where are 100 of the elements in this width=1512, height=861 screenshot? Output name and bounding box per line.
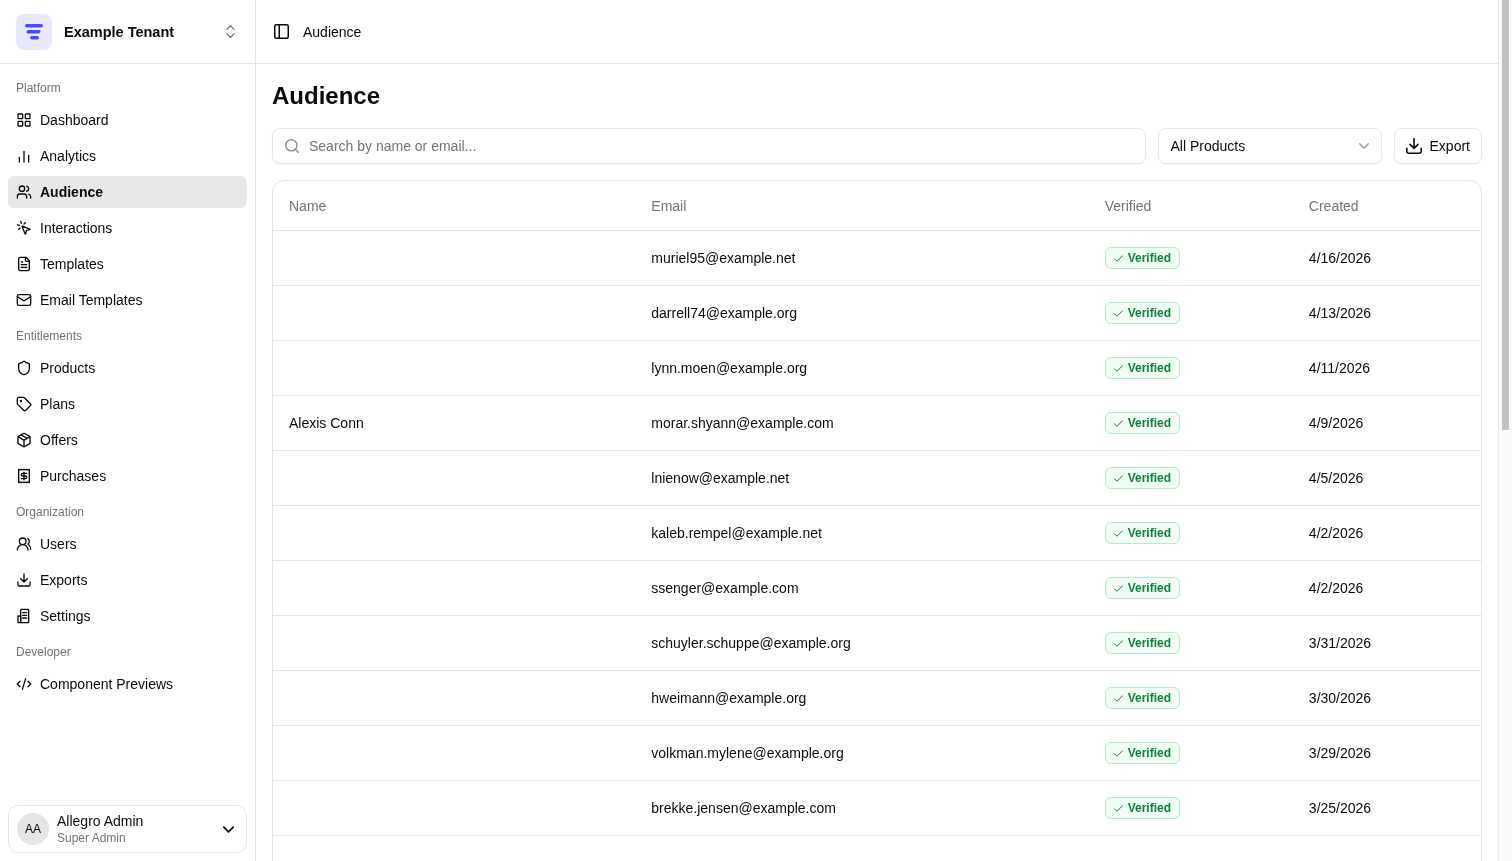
check-icon [1113,639,1123,647]
bar-chart-icon [16,148,32,164]
created-date: 3/30/2026 [1308,690,1372,706]
download-icon [16,572,32,588]
avatar: AA [17,813,49,845]
email-address: muriel95@example.net [651,250,796,266]
nav-item[interactable]: Users [8,528,247,560]
verified-badge: Verified [1104,797,1181,819]
verified-badge: Verified [1104,302,1181,324]
shield-icon [16,360,32,376]
email-address: kaleb.rempel@example.net [651,525,822,541]
logo-icon [16,13,52,50]
created-date: 4/13/2026 [1308,305,1372,321]
sidebar-toggle-button[interactable] [272,22,291,41]
nav-item[interactable]: Analytics [8,140,247,172]
created-date: 4/11/2026 [1308,360,1371,376]
mail-icon [16,292,32,308]
column-header: Verified [1104,197,1152,214]
created-date: 4/16/2026 [1308,250,1372,266]
check-icon [1113,474,1123,482]
verified-badge: Verified [1104,577,1181,599]
email-address: darrell74@example.org [651,305,798,321]
email-address: brekke.jensen@example.com [651,800,836,816]
export-button[interactable]: Export [1393,128,1482,164]
verified-badge: Verified [1104,412,1181,434]
users-icon [16,184,32,200]
product-filter-dropdown[interactable]: All Products [1157,128,1382,164]
section-label: Entitlements [15,328,84,345]
tenant-switcher[interactable]: Example Tenant [8,7,247,56]
created-date: 4/2/2026 [1308,525,1364,541]
user-role: Super Admin [57,830,127,846]
code-icon [16,676,32,692]
email-address: hweimann@example.org [651,690,807,706]
created-date: 3/29/2026 [1308,745,1372,761]
check-icon [1113,309,1123,317]
nav-item[interactable]: Purchases [8,460,247,492]
nav-item[interactable]: Settings [8,600,247,632]
check-icon [1113,254,1123,262]
check-icon [1113,419,1123,427]
verified-badge: Verified [1104,247,1181,269]
package-icon [16,432,32,448]
tag-icon [16,396,32,412]
scrollbar-thumb[interactable] [1502,0,1509,430]
search-icon [285,139,299,153]
email-address: lnienow@example.net [651,470,790,486]
building-icon [16,608,32,624]
email-address: morar.shyann@example.com [651,415,834,431]
nav-item[interactable]: Plans [8,388,247,420]
verified-badge: Verified [1104,467,1181,489]
created-date: 4/2/2026 [1308,580,1364,596]
email-address: volkman.mylene@example.org [651,745,844,761]
section-label: Organization [15,504,86,521]
search-field[interactable]: Search by name or email... [272,128,1146,164]
email-address: lynn.moen@example.org [651,360,808,376]
receipt-icon [16,468,32,484]
user-name: Allegro Admin [57,812,145,830]
user-menu[interactable]: AA Allegro Admin Super Admin [8,805,247,853]
column-header: Created [1308,197,1359,214]
nav-item[interactable]: Templates [8,248,247,280]
users-icon [16,536,32,552]
page-title: Audience [272,81,381,111]
cursor-click-icon [16,220,32,236]
column-header: Email [651,197,687,214]
chevrons-up-down-icon [226,25,235,38]
created-date: 4/5/2026 [1308,470,1364,486]
check-icon [1113,529,1123,537]
chevron-down-icon [1358,143,1369,149]
nav-item[interactable]: Email Templates [8,284,247,316]
chevron-down-icon [223,825,234,833]
document-icon [16,256,32,272]
email-address: ssenger@example.com [651,580,799,596]
user-name: Alexis Conn [289,415,364,431]
verified-badge: Verified [1104,522,1181,544]
check-icon [1113,584,1123,592]
verified-badge: Verified [1104,687,1181,709]
column-header: Name [289,197,327,214]
nav-item[interactable]: Audience [8,176,247,208]
download-icon [1405,138,1422,154]
verified-badge: Verified [1104,632,1181,654]
check-icon [1113,749,1123,757]
check-icon [1113,694,1123,702]
created-date: 3/31/2026 [1308,635,1372,651]
nav-item[interactable]: Interactions [8,212,247,244]
nav-item[interactable]: Offers [8,424,247,456]
check-icon [1113,364,1123,372]
grid-icon [16,112,32,128]
email-address: schuyler.schuppe@example.org [651,635,851,651]
nav-item[interactable]: Component Previews [8,668,247,700]
verified-badge: Verified [1104,742,1181,764]
section-label: Platform [15,80,62,97]
nav-item[interactable]: Products [8,352,247,384]
breadcrumb: Audience [303,23,362,40]
verified-badge: Verified [1104,357,1181,379]
nav-item[interactable]: Dashboard [8,104,247,136]
sidebar-panel-icon [274,24,289,39]
scrollbar[interactable] [1498,0,1512,861]
nav-item[interactable]: Exports [8,564,247,596]
section-label: Developer [15,644,72,661]
created-date: 4/9/2026 [1308,415,1364,431]
created-date: 3/25/2026 [1308,800,1372,816]
